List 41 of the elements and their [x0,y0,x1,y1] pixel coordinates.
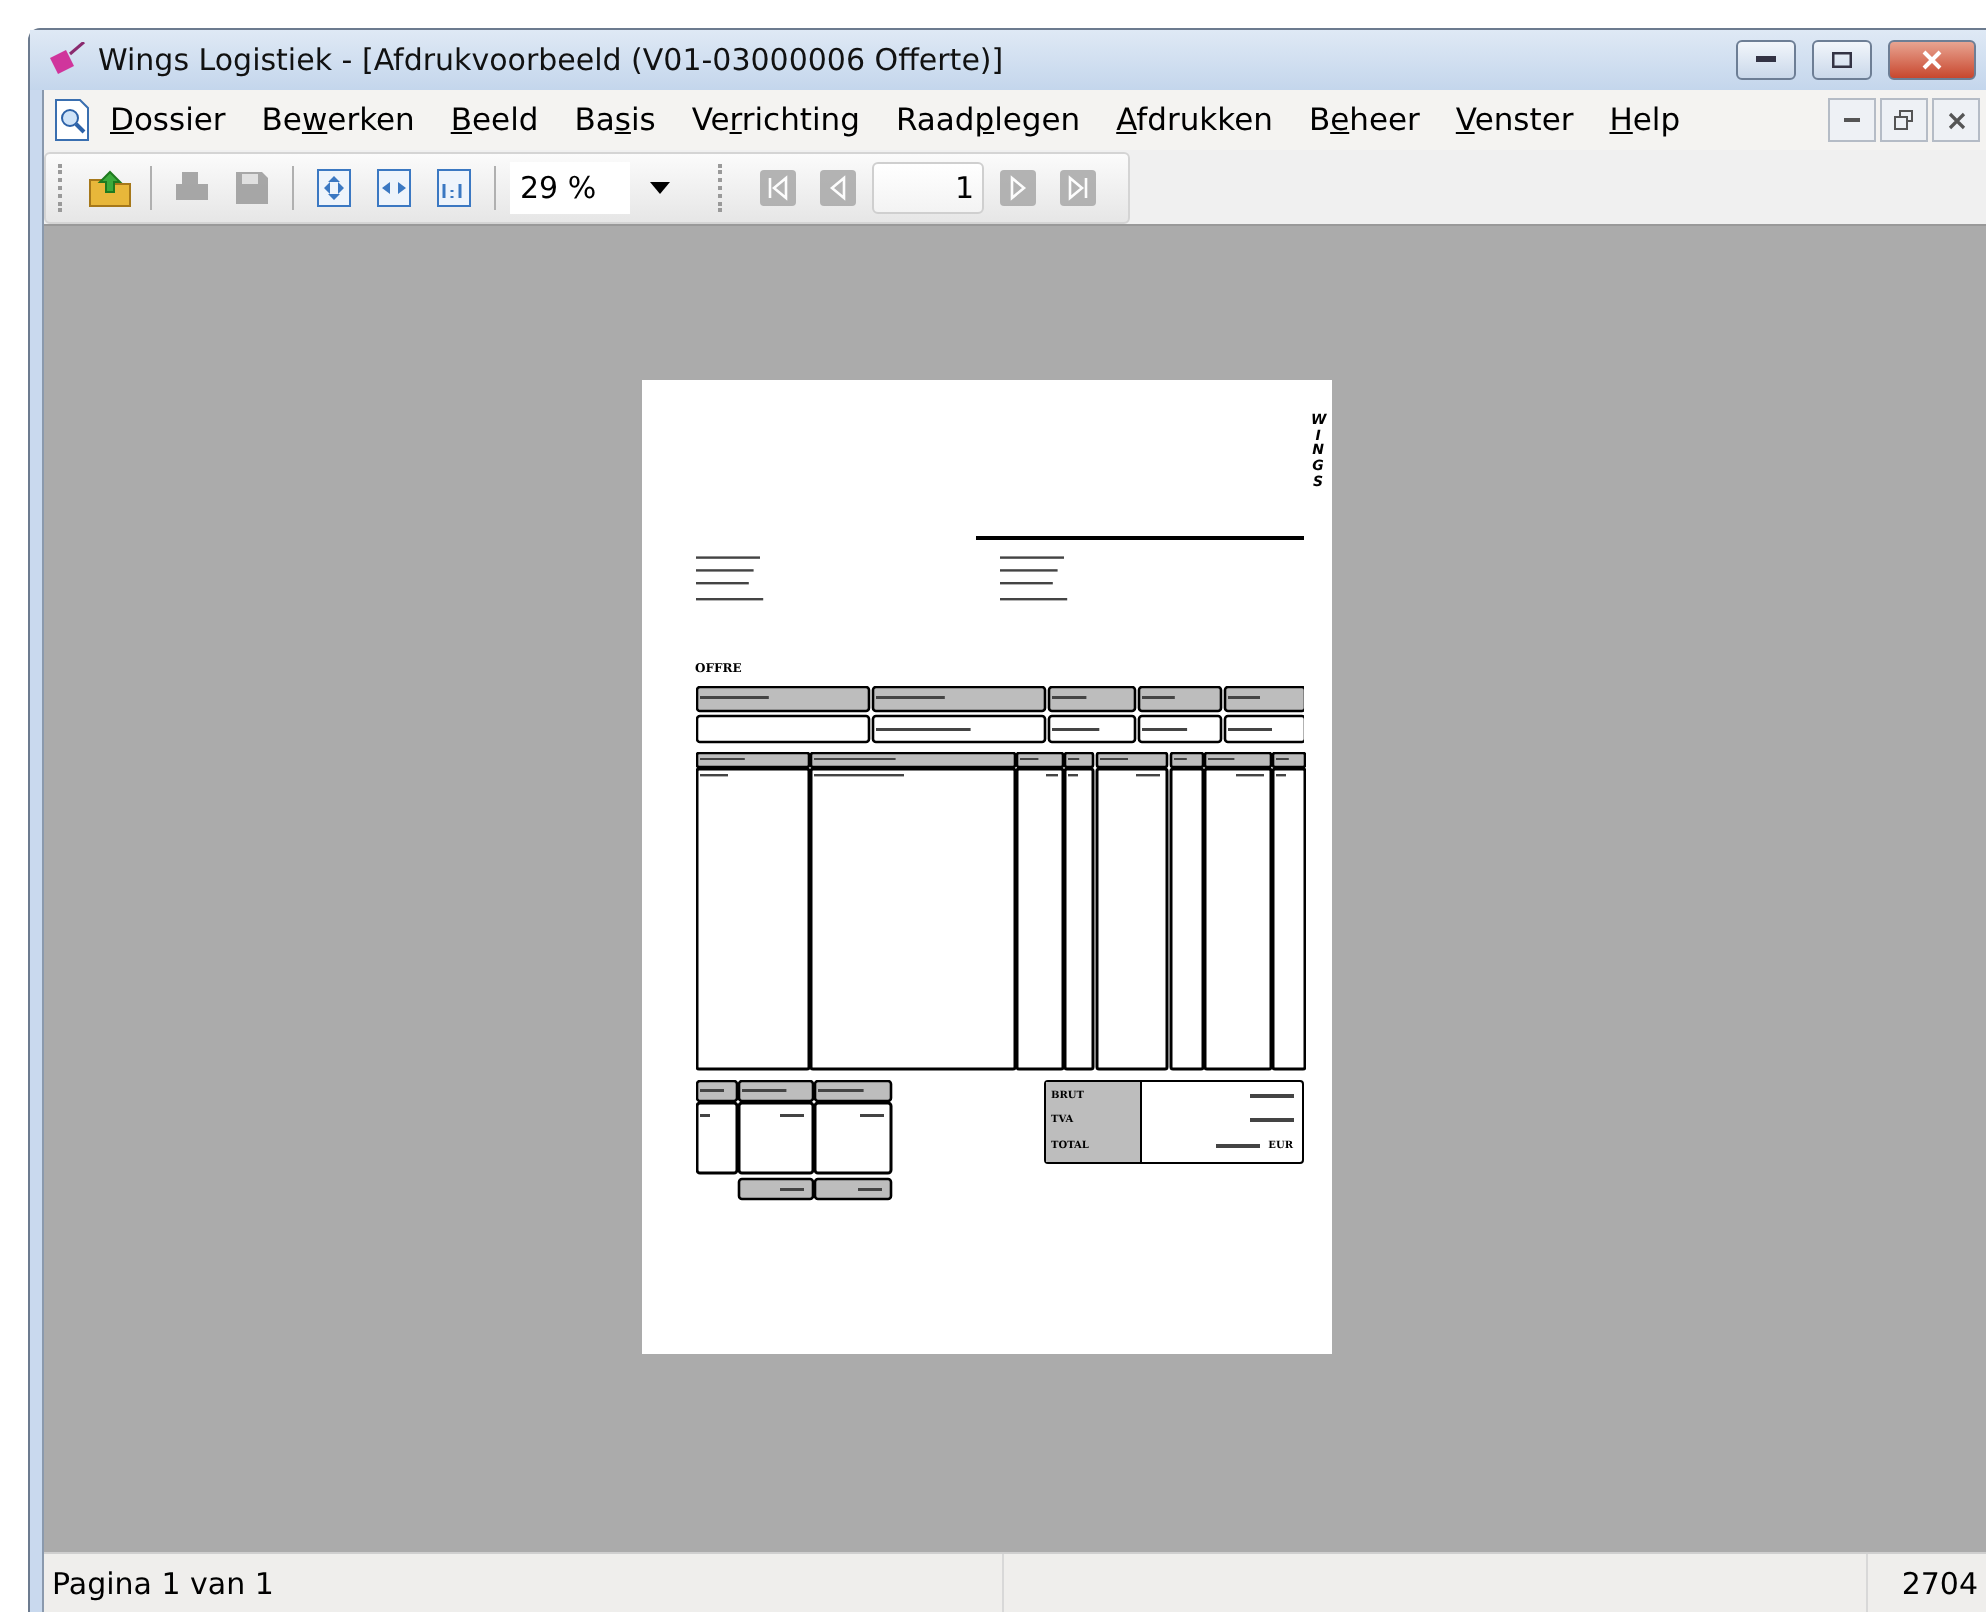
close-icon [1947,111,1965,129]
menu-item[interactable]: Afdrukken [1098,102,1291,138]
restore-icon [1894,110,1914,130]
menu-item[interactable]: Raadplegen [877,102,1099,138]
maximize-button[interactable] [1812,40,1872,80]
next-page-icon [998,167,1038,207]
last-page-icon [1058,167,1098,207]
window-title: Wings Logistiek - [Afdrukvoorbeeld (V01-03000006 Offerte)] [98,42,1006,78]
amount-drawing [1216,1144,1261,1151]
maximize-icon [1832,52,1852,68]
menu-item[interactable]: Beeld [432,102,557,138]
menu-item[interactable]: Venster [1437,102,1592,138]
minimize-icon [1844,117,1860,123]
menu-item[interactable]: Bewerken [243,102,433,138]
amount-drawing [1249,1118,1293,1125]
menu-item[interactable]: Dossier [92,102,244,138]
amount-drawing [1249,1093,1293,1100]
status-text: Pagina 1 van 1 [44,1554,1004,1612]
zoom-field[interactable]: 29 % [510,161,630,213]
fit-width-icon [376,167,412,207]
first-page-icon [758,167,798,207]
document-preview-icon [52,98,92,142]
menu-item[interactable]: Beheer [1290,102,1438,138]
folder-upload-icon [88,167,132,207]
fit-page-icon [316,167,352,207]
app-logo-icon [46,42,86,78]
previous-page-icon [818,167,858,207]
menu-item[interactable]: Help [1591,102,1699,138]
menu-item[interactable]: Basis [556,102,674,138]
caret-icon [650,181,670,193]
minimize-button[interactable] [1828,98,1876,142]
minimize-icon [1756,56,1776,64]
minimize-button[interactable] [1736,40,1796,80]
close-icon [1922,50,1942,70]
page-number-field[interactable]: 1 [872,161,984,213]
restore-button[interactable] [1880,98,1928,142]
actual-size-icon [436,167,472,207]
close-button[interactable] [1932,98,1980,142]
menu-item[interactable]: Verrichting [673,102,878,138]
status-text: 2704 [1868,1554,1986,1612]
close-button[interactable] [1888,40,1976,80]
